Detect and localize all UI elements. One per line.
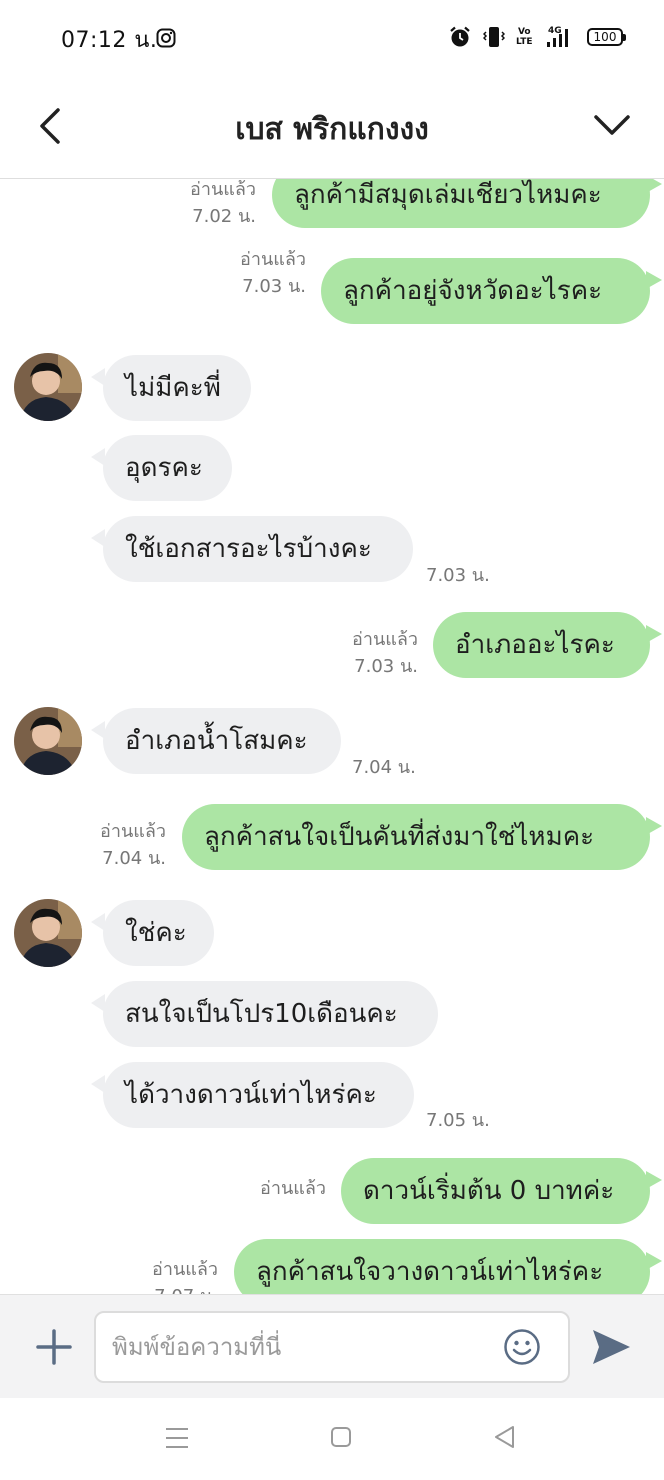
message-input[interactable] xyxy=(94,1311,570,1383)
system-nav-bar xyxy=(0,1398,664,1480)
message-meta: อ่านแล้ว 7.03 น. xyxy=(300,626,418,680)
battery-icon: 100 xyxy=(587,28,626,46)
instagram-icon xyxy=(156,28,176,48)
plus-icon[interactable] xyxy=(32,1325,76,1369)
nav-home-icon[interactable] xyxy=(330,1426,352,1448)
message-list[interactable]: อ่านแล้ว 7.02 น. ลูกค้ามีสมุดเล่มเชียวไห… xyxy=(0,179,664,1294)
volte-bottom: LTE xyxy=(516,37,533,47)
status-time: 07:12 น. xyxy=(61,28,158,53)
message-time: 7.04 น. xyxy=(352,757,416,778)
contact-avatar[interactable] xyxy=(14,707,82,775)
contact-avatar[interactable] xyxy=(14,353,82,421)
incoming-message[interactable]: สนใจเป็นโปร10เดือนคะ xyxy=(103,981,438,1047)
bubble-tail xyxy=(646,1171,662,1189)
read-status: อ่านแล้ว xyxy=(190,179,256,200)
message-time: 7.04 น. xyxy=(102,848,166,869)
volte-icon: Vo LTE xyxy=(516,27,533,47)
message-time: 7.03 น. xyxy=(354,656,418,677)
read-status: อ่านแล้ว xyxy=(260,1178,326,1199)
message-time: 7.05 น. xyxy=(426,1110,490,1131)
chevron-down-icon[interactable] xyxy=(590,108,634,144)
nav-back-icon[interactable] xyxy=(492,1424,516,1450)
read-status: อ่านแล้ว xyxy=(100,821,166,842)
bubble-tail xyxy=(91,721,105,739)
bubble-tail xyxy=(91,529,105,547)
bubble-tail xyxy=(91,1075,105,1093)
bubble-tail xyxy=(646,179,662,193)
outgoing-message[interactable]: อำเภออะไรคะ xyxy=(433,612,650,678)
incoming-message[interactable]: ใช้เอกสารอะไรบ้างคะ xyxy=(103,516,413,582)
emoji-icon[interactable] xyxy=(502,1327,542,1367)
incoming-message[interactable]: ไม่มีคะพี่ xyxy=(103,355,251,421)
message-time: 7.03 น. xyxy=(242,276,306,297)
send-icon[interactable] xyxy=(590,1327,632,1367)
message-composer xyxy=(0,1294,664,1399)
status-bar: 07:12 น. Vo LTE 4G 100 xyxy=(0,0,664,76)
bubble-tail xyxy=(646,271,662,289)
contact-avatar[interactable] xyxy=(14,899,82,967)
read-status: อ่านแล้ว xyxy=(352,629,418,650)
chat-title: เบส พริกแกงงง xyxy=(235,112,429,147)
outgoing-message[interactable]: ดาวน์เริ่มต้น 0 บาทค่ะ xyxy=(341,1158,650,1224)
signal-icon: 4G xyxy=(547,26,568,47)
outgoing-message[interactable]: ลูกค้าสนใจเป็นคันที่ส่งมาใช่ไหมคะ xyxy=(182,804,650,870)
bubble-tail xyxy=(646,817,662,835)
message-time: 7.02 น. xyxy=(192,206,256,227)
incoming-message[interactable]: ใช่คะ xyxy=(103,900,214,966)
bubble-tail xyxy=(646,1252,662,1270)
outgoing-message[interactable]: ลูกค้าสนใจวางดาวน์เท่าไหร่คะ xyxy=(234,1239,650,1294)
outgoing-message[interactable]: ลูกค้ามีสมุดเล่มเชียวไหมคะ xyxy=(272,179,650,228)
message-time: 7.07 น. xyxy=(118,1283,218,1294)
message-meta: อ่านแล้ว xyxy=(226,1175,326,1202)
message-meta: อ่านแล้ว 7.03 น. xyxy=(180,246,306,300)
chat-header: เบส พริกแกงงง xyxy=(0,76,664,179)
bubble-tail xyxy=(91,994,105,1012)
message-meta: อ่านแล้ว 7.04 น. xyxy=(60,818,166,872)
bubble-tail xyxy=(91,448,105,466)
read-status: อ่านแล้ว xyxy=(240,249,306,270)
read-status: อ่านแล้ว xyxy=(152,1259,218,1280)
message-meta: อ่านแล้ว 7.02 น. xyxy=(150,179,256,230)
volte-top: Vo xyxy=(517,27,531,37)
outgoing-message[interactable]: ลูกค้าอยู่จังหวัดอะไรคะ xyxy=(321,258,650,324)
incoming-message[interactable]: อุดรคะ xyxy=(103,435,232,501)
bubble-tail xyxy=(91,913,105,931)
message-meta: อ่านแล้ว 7.07 น. xyxy=(118,1256,218,1294)
vibrate-icon xyxy=(483,27,505,47)
bubble-tail xyxy=(91,368,105,386)
message-time: 7.03 น. xyxy=(426,565,490,586)
bubble-tail xyxy=(646,625,662,643)
incoming-message[interactable]: ได้วางดาวน์เท่าไหร่คะ xyxy=(103,1062,414,1128)
nav-menu-icon[interactable] xyxy=(164,1426,190,1450)
alarm-icon xyxy=(450,26,470,47)
incoming-message[interactable]: อำเภอน้ำโสมคะ xyxy=(103,708,341,774)
